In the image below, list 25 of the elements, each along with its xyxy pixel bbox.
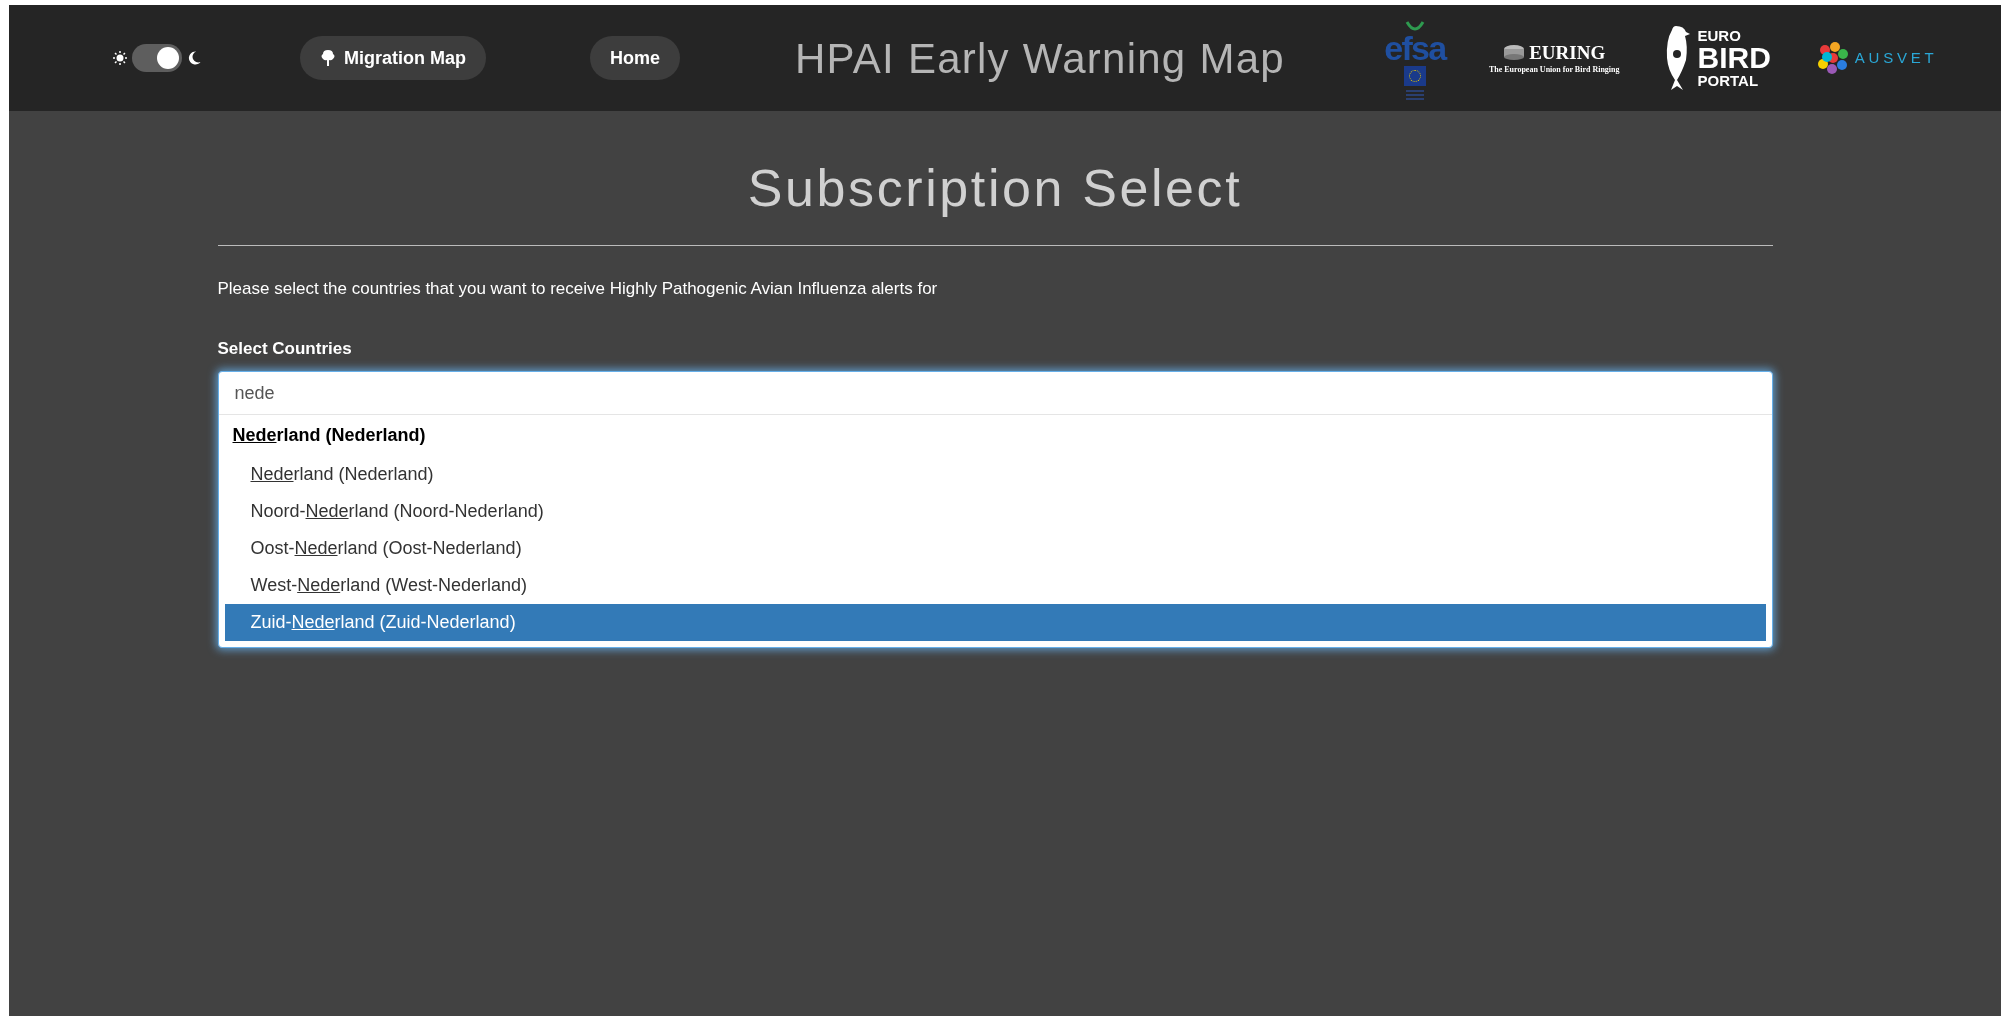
option-group-header: Nederland (Nederland) [231, 424, 427, 447]
logo-text: EURING [1529, 42, 1606, 62]
country-option[interactable]: West-Nederland (West-Nederland) [224, 567, 1766, 604]
field-label: Select Countries [217, 337, 353, 360]
country-option[interactable]: Noord-Nederland (Noord-Nederland) [224, 493, 1766, 530]
nav-button[interactable]: Migration Map [300, 36, 486, 80]
moon-icon [186, 50, 202, 66]
ring-icon [1503, 43, 1526, 61]
logo-text: EURO [1697, 28, 1742, 43]
logo-text: BIRD [1697, 43, 1771, 73]
app-title: HPAI Early Warning Map [795, 33, 1285, 84]
country-option[interactable]: Oost-Nederland (Oost-Nederland) [224, 530, 1766, 567]
nav-button[interactable]: Home [590, 36, 680, 80]
country-search-field[interactable]: nede [218, 372, 1772, 414]
country-option[interactable]: Zuid-Nederland (Zuid-Nederland) [224, 604, 1766, 641]
logo-text: AUSVET [1854, 47, 1938, 68]
country-option[interactable]: Nederland (Nederland) [224, 456, 1766, 493]
efsa-logo: efsa [1384, 20, 1445, 104]
page-title: Subscription Select [746, 158, 1244, 219]
logo-subtitle: The European Union for Bird Ringing [1488, 65, 1620, 74]
logo-text: PORTAL [1697, 73, 1760, 88]
tree-icon [320, 49, 336, 67]
theme-switch[interactable] [132, 44, 182, 72]
sun-icon [112, 50, 128, 66]
description-text: Please select the countries that you want to receive Highly Pathogenic Avian Influenza alerts for [217, 278, 939, 300]
